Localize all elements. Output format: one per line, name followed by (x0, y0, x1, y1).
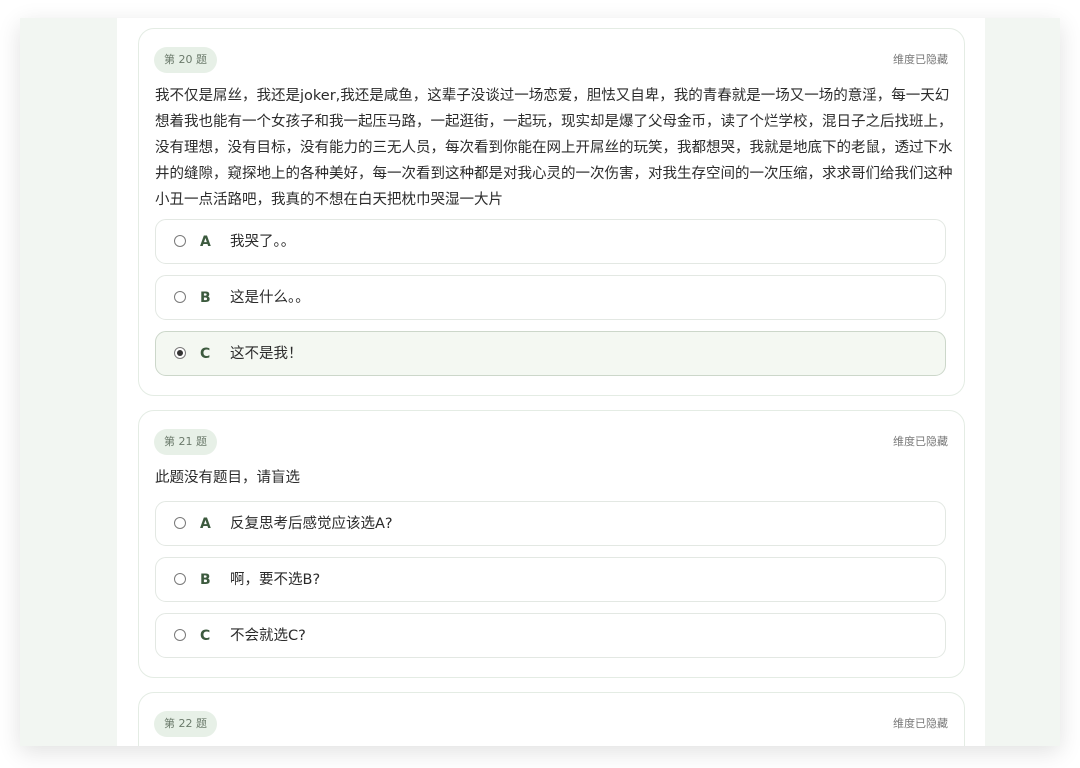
radio-button[interactable] (174, 517, 186, 529)
option-text: 这不是我！ (230, 346, 303, 362)
question-card-20: 第 20 题 维度已隐藏 我不仅是屌丝，我还是joker,我还是咸鱼，这辈子没谈… (138, 28, 965, 396)
option-letter: B (200, 572, 211, 588)
option-letter: A (200, 234, 211, 250)
dimension-hidden-label: 维度已隐藏 (893, 53, 948, 66)
option-c[interactable]: C 不会就选C? (155, 613, 946, 658)
option-c[interactable]: C 这不是我！ (155, 331, 946, 376)
question-number-badge: 第 21 题 (154, 429, 217, 455)
question-text: 此题没有题目，请盲选 (155, 470, 300, 486)
radio-button[interactable] (174, 291, 186, 303)
question-number-badge: 第 20 题 (154, 47, 217, 73)
radio-button[interactable] (174, 573, 186, 585)
option-b[interactable]: B 这是什么。。 (155, 275, 946, 320)
radio-button[interactable] (174, 347, 186, 359)
option-letter: C (200, 628, 211, 644)
page-frame: 第 20 题 维度已隐藏 我不仅是屌丝，我还是joker,我还是咸鱼，这辈子没谈… (20, 18, 1060, 746)
option-text: 反复思考后感觉应该选A? (230, 516, 393, 532)
option-letter: A (200, 516, 211, 532)
option-letter: C (200, 346, 211, 362)
question-text: 我不仅是屌丝，我还是joker,我还是咸鱼，这辈子没谈过一场恋爱，胆怯又自卑，我… (155, 88, 953, 208)
dimension-hidden-label: 维度已隐藏 (893, 435, 948, 448)
option-letter: B (200, 290, 211, 306)
radio-dot (177, 350, 183, 356)
option-text: 不会就选C? (230, 628, 306, 644)
option-b[interactable]: B 啊，要不选B? (155, 557, 946, 602)
option-text: 我哭了。。 (230, 234, 296, 250)
radio-button[interactable] (174, 629, 186, 641)
radio-button[interactable] (174, 235, 186, 247)
option-a[interactable]: A 我哭了。。 (155, 219, 946, 264)
question-card-21: 第 21 题 维度已隐藏 此题没有题目，请盲选 A 反复思考后感觉应该选A? B… (138, 410, 965, 678)
option-text: 啊，要不选B? (230, 572, 321, 588)
option-a[interactable]: A 反复思考后感觉应该选A? (155, 501, 946, 546)
question-card-22: 第 22 题 维度已隐藏 (138, 692, 965, 746)
question-number-badge: 第 22 题 (154, 711, 217, 737)
dimension-hidden-label: 维度已隐藏 (893, 717, 948, 730)
quiz-sheet: 第 20 题 维度已隐藏 我不仅是屌丝，我还是joker,我还是咸鱼，这辈子没谈… (117, 18, 985, 746)
option-text: 这是什么。。 (230, 290, 310, 306)
